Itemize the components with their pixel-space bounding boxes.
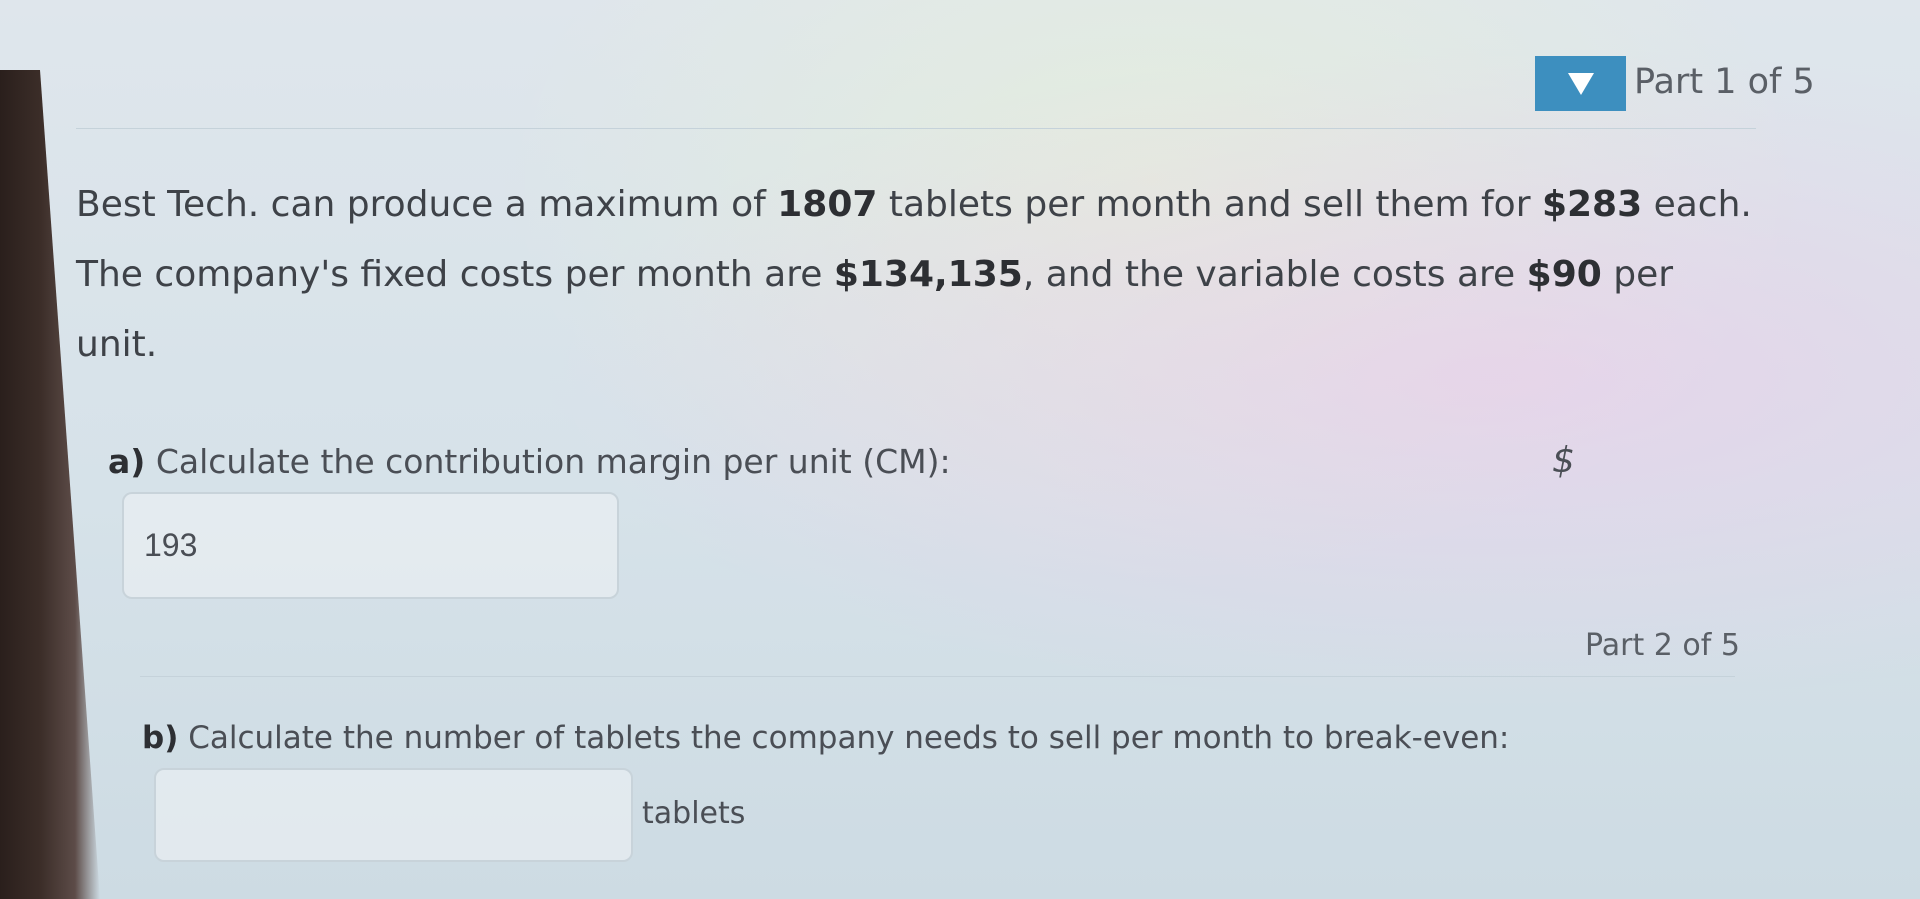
problem-text: , and the variable costs are (1022, 254, 1527, 295)
price-value: $283 (1541, 184, 1643, 225)
max-tablets-value: 1807 (777, 184, 878, 225)
question-b: b) Calculate the number of tablets the c… (142, 720, 1509, 756)
header-divider (76, 128, 1756, 129)
problem-text: tablets per month and sell them for (877, 184, 1542, 225)
variable-cost-value: $90 (1526, 254, 1602, 295)
question-prompt: Calculate the contribution margin per un… (145, 442, 951, 481)
caret-down-icon (1567, 72, 1594, 95)
question-letter: b) (142, 720, 179, 756)
cm-answer-input[interactable]: 193 (122, 492, 619, 599)
question-prompt: Calculate the number of tablets the comp… (178, 720, 1510, 756)
question-a: a) Calculate the contribution margin per… (108, 442, 951, 481)
unit-label: tablets (642, 796, 746, 831)
part-indicator: Part 1 of 5 (1634, 62, 1815, 102)
part-2-divider (140, 676, 1735, 677)
problem-statement: Best Tech. can produce a maximum of 1807… (76, 170, 1756, 380)
problem-text: Best Tech. can produce a maximum of (76, 184, 778, 225)
break-even-answer-input[interactable] (154, 768, 633, 862)
currency-symbol: $ (1552, 440, 1575, 481)
fixed-costs-value: $134,135 (833, 254, 1023, 295)
part-collapse-toggle[interactable] (1535, 56, 1626, 111)
part-indicator: Part 2 of 5 (1585, 628, 1740, 663)
question-letter: a) (108, 442, 146, 481)
